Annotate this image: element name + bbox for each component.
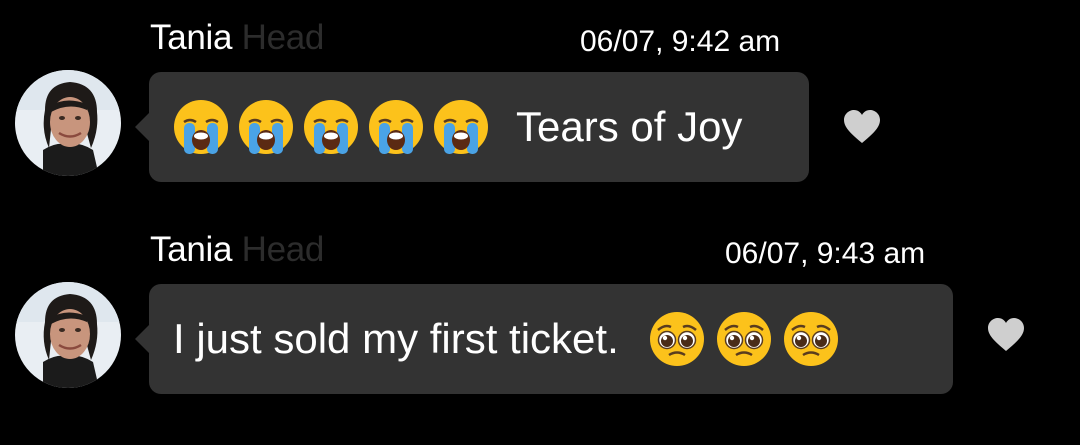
sender-name: Tania Head: [150, 18, 324, 58]
sender-first-name: Tania: [150, 18, 242, 57]
message-text: Tears of Joy: [516, 103, 743, 150]
loudly-crying-face-icon: [303, 99, 359, 155]
heart-icon[interactable]: [842, 109, 882, 145]
sender-last-name: Head: [241, 230, 325, 269]
pleading-face-icon: [649, 311, 705, 367]
message-bubble[interactable]: Tears of Joy: [135, 72, 809, 182]
chat-message: Tania Head 06/07, 9:42 am Tears of Joy: [0, 0, 1080, 200]
loudly-crying-face-icon: [433, 99, 489, 155]
loudly-crying-face-icon: [173, 99, 229, 155]
emoji-group: [649, 311, 850, 367]
loudly-crying-face-icon: [238, 99, 294, 155]
sender-first-name: Tania: [150, 230, 242, 269]
bubble-tail: [135, 324, 150, 354]
message-text: I just sold my first ticket.: [173, 315, 619, 362]
avatar[interactable]: [15, 70, 121, 176]
pleading-face-icon: [783, 311, 839, 367]
loudly-crying-face-icon: [368, 99, 424, 155]
message-content: I just sold my first ticket.: [173, 284, 850, 394]
message-bubble[interactable]: I just sold my first ticket.: [135, 284, 953, 394]
message-timestamp: 06/07, 9:42 am: [580, 25, 781, 58]
sender-last-name: Head: [241, 18, 325, 57]
message-content: Tears of Joy: [173, 72, 742, 182]
emoji-group: [173, 99, 498, 155]
heart-icon[interactable]: [986, 317, 1026, 353]
message-timestamp: 06/07, 9:43 am: [725, 237, 926, 270]
avatar[interactable]: [15, 282, 121, 388]
pleading-face-icon: [716, 311, 772, 367]
chat-message: Tania Head 06/07, 9:43 am I just sold my…: [0, 212, 1080, 412]
sender-name: Tania Head: [150, 230, 324, 270]
bubble-tail: [135, 112, 150, 142]
